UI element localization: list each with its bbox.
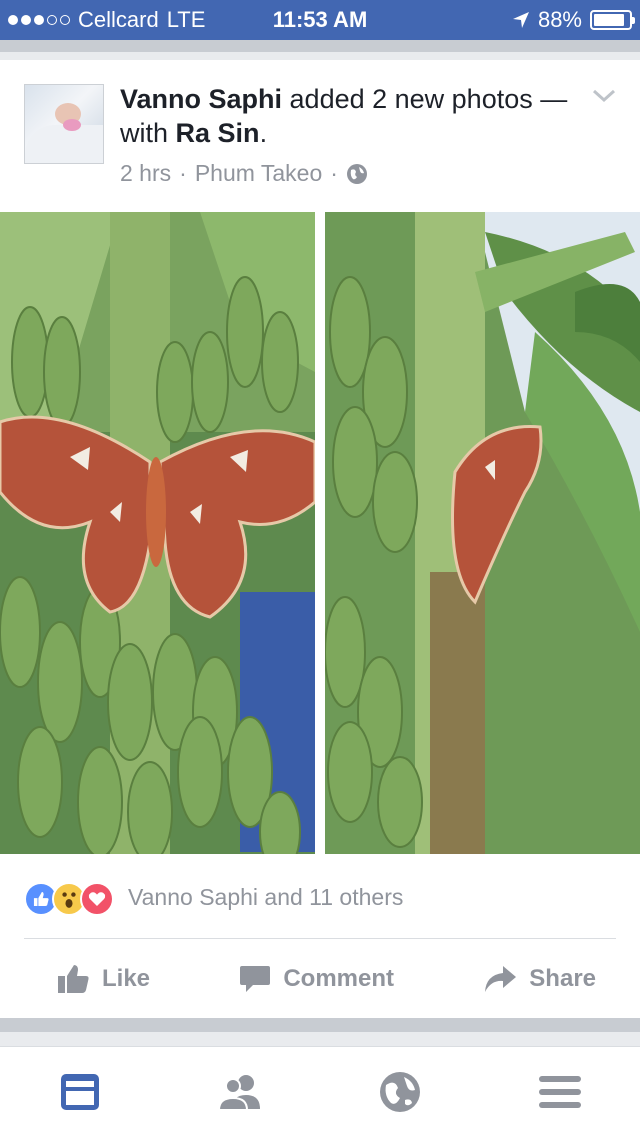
tab-friends[interactable] — [208, 1060, 272, 1124]
meta-separator-2: · — [330, 160, 338, 186]
share-icon — [485, 966, 517, 992]
post-headline: Vanno Saphi added 2 new photos — with Ra… — [120, 82, 580, 150]
headline-tail: . — [259, 118, 268, 148]
avatar[interactable] — [24, 84, 104, 164]
friends-icon — [217, 1074, 260, 1111]
menu-icon — [539, 1075, 581, 1108]
love-icon — [80, 882, 114, 916]
photo-1[interactable] — [0, 212, 315, 854]
divider — [24, 938, 616, 939]
tab-bar — [0, 1046, 640, 1136]
globe-icon — [346, 163, 367, 184]
post-location[interactable]: Phum Takeo — [195, 160, 322, 187]
tab-news-feed[interactable] — [48, 1060, 112, 1124]
meta-separator: · — [179, 160, 187, 186]
chevron-down-icon[interactable] — [590, 86, 618, 106]
location-arrow-icon — [512, 12, 529, 28]
feed-separator — [0, 40, 640, 60]
share-label: Share — [529, 965, 596, 992]
post-time[interactable]: 2 hrs — [120, 160, 171, 187]
author-name[interactable]: Vanno Saphi — [120, 84, 282, 114]
action-bar: Like Comment Share — [0, 940, 640, 1018]
feed-separator-2 — [0, 1018, 640, 1046]
network-type: LTE — [166, 7, 206, 32]
reactions-row[interactable]: Vanno Saphi and 11 others — [0, 854, 640, 938]
signal-strength-icon — [8, 15, 70, 25]
photo-grid — [0, 212, 640, 854]
news-feed-icon — [61, 1073, 99, 1110]
like-button[interactable]: Like — [56, 963, 150, 995]
post-card: Vanno Saphi added 2 new photos — with Ra… — [0, 60, 640, 1018]
battery-icon — [590, 10, 635, 30]
tab-menu[interactable] — [528, 1060, 592, 1124]
comment-button[interactable]: Comment — [239, 963, 394, 995]
share-button[interactable]: Share — [483, 964, 596, 994]
reaction-summary[interactable]: Vanno Saphi and 11 others — [128, 884, 403, 911]
carrier-name: Cellcard — [78, 7, 159, 32]
battery-percent: 88% — [537, 7, 582, 32]
status-bar: Cellcard LTE 11:53 AM 88% — [0, 0, 640, 40]
globe-icon — [380, 1071, 420, 1112]
post-header: Vanno Saphi added 2 new photos — with Ra… — [0, 60, 640, 212]
comment-label: Comment — [283, 965, 394, 992]
tagged-name[interactable]: Ra Sin — [176, 118, 260, 148]
photo-2[interactable] — [325, 212, 640, 854]
post-meta: 2 hrs · Phum Takeo · — [120, 160, 368, 187]
comment-icon — [240, 966, 271, 992]
thumbs-up-icon — [58, 965, 89, 993]
like-label: Like — [102, 965, 151, 992]
tab-notifications[interactable] — [368, 1060, 432, 1124]
